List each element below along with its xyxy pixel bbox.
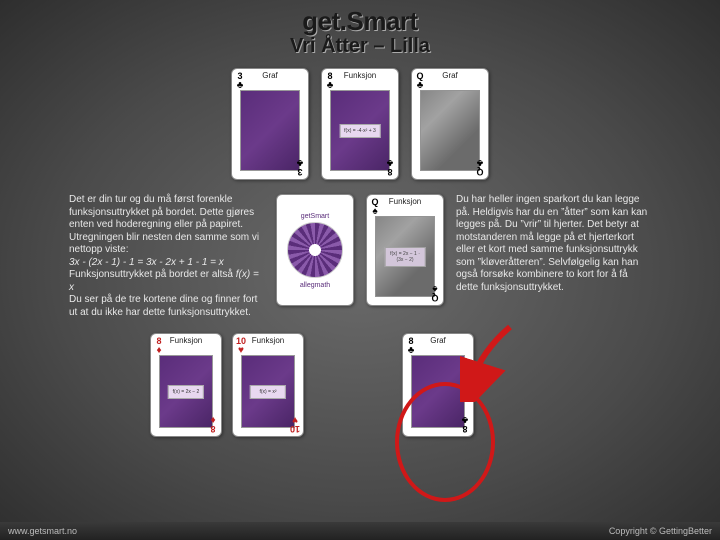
card-graph-area xyxy=(411,355,465,428)
page-title: get.Smart Vri Åtter – Lilla xyxy=(0,0,720,58)
function-expression: f(x) = -4·x² + 3 xyxy=(340,124,381,138)
function-expression: f(x) = 2x − 1 · (3x − 2) xyxy=(385,247,426,267)
card-10-hearts: 10♥ Funksjon f(x) = x² 10♥ xyxy=(232,333,304,437)
footer-bar: www.getsmart.no Copyright © GettingBette… xyxy=(0,522,720,540)
spirograph-icon xyxy=(287,222,343,278)
title-sub: Vri Åtter – Lilla xyxy=(0,35,720,58)
card-3-clubs: 3♣ Graf 3♣ xyxy=(231,68,309,180)
equation: 3x - (2x - 1) - 1 = 3x - 2x + 1 - 1 = x xyxy=(69,257,224,268)
card-q-spades: Q♠ Funksjon f(x) = 2x − 1 · (3x − 2) Q♠ xyxy=(366,194,444,306)
card-func-area: f(x) = -4·x² + 3 xyxy=(330,90,390,171)
function-expression: f(x) = x² xyxy=(250,385,286,399)
card-q-clubs: Q♣ Graf Q♣ xyxy=(411,68,489,180)
deck-back-card: getSmart allegmath xyxy=(276,194,354,306)
explanation-right: Du har heller ingen sparkort du kan legg… xyxy=(456,194,651,294)
card-8-clubs: 8♣ Funksjon f(x) = -4·x² + 3 8♣ xyxy=(321,68,399,180)
card-row-top: 3♣ Graf 3♣ 8♣ Funksjon f(x) = -4·x² + 3 … xyxy=(0,68,720,180)
footer-copyright: Copyright © GettingBetter xyxy=(609,526,712,536)
middle-row: Det er din tur og du må først forenkle f… xyxy=(0,194,720,319)
card-8-clubs-hand: 8♣ Graf 8♣ xyxy=(402,333,474,437)
logo-text-top: getSmart xyxy=(301,213,329,220)
logo-text-bottom: allegmath xyxy=(300,282,330,289)
function-expression: f(x) = 2x − 2 xyxy=(168,385,204,399)
card-func-area: f(x) = 2x − 1 · (3x − 2) xyxy=(375,216,435,297)
card-graph-area xyxy=(420,90,480,171)
footer-url: www.getsmart.no xyxy=(8,526,77,536)
title-main: get.Smart xyxy=(0,6,720,37)
card-graph-area xyxy=(240,90,300,171)
card-8-diamonds: 8♦ Funksjon f(x) = 2x − 2 8♦ xyxy=(150,333,222,437)
explanation-left: Det er din tur og du må først forenkle f… xyxy=(69,194,264,319)
card-row-hand: 8♦ Funksjon f(x) = 2x − 2 8♦ 10♥ Funksjo… xyxy=(0,333,720,437)
